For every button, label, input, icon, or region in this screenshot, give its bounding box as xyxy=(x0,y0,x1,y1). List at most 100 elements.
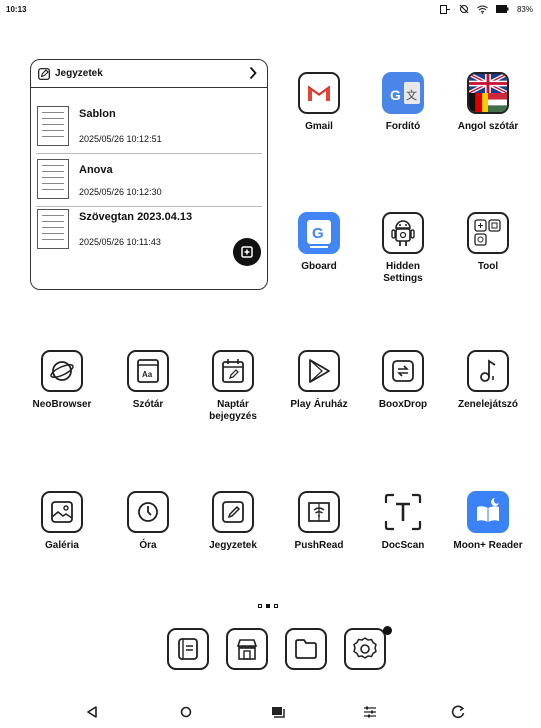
nav-back-button[interactable] xyxy=(82,703,102,721)
nav-home-button[interactable] xyxy=(176,703,196,721)
pushread-book-icon xyxy=(298,491,340,533)
app-pushread[interactable]: PushRead xyxy=(274,491,364,552)
note-date: 2025/05/26 10:12:30 xyxy=(79,187,162,197)
gmail-icon xyxy=(298,72,340,114)
app-label: Hidden Settings xyxy=(383,261,423,284)
moon-book-icon xyxy=(467,491,509,533)
app-dictionary-en[interactable]: Angol szótár xyxy=(443,72,533,133)
refresh-icon xyxy=(451,705,465,719)
divider xyxy=(36,153,262,154)
planet-icon xyxy=(41,350,83,392)
gboard-icon: G xyxy=(298,212,340,254)
app-label: Zenelejátszó xyxy=(457,399,519,410)
app-tool[interactable]: Tool xyxy=(443,212,533,273)
app-label: Fordító xyxy=(385,121,421,132)
add-note-button[interactable] xyxy=(233,238,261,266)
back-icon xyxy=(87,706,97,718)
store-icon xyxy=(236,639,258,660)
app-label: DocScan xyxy=(381,540,425,551)
app-naptar[interactable]: Naptár bejegyzés xyxy=(188,350,278,423)
app-translate[interactable]: G文 Fordító xyxy=(358,72,448,133)
app-label: PushRead xyxy=(294,540,344,551)
svg-text:文: 文 xyxy=(406,88,417,102)
tool-folder-icon xyxy=(467,212,509,254)
app-szotar[interactable]: Aa Szótár xyxy=(103,350,193,411)
app-label: Jegyzetek xyxy=(209,540,257,551)
app-docscan[interactable]: DocScan xyxy=(358,491,448,552)
nav-refresh-button[interactable] xyxy=(448,703,468,721)
app-label: BooxDrop xyxy=(378,399,428,410)
no-sync-icon xyxy=(459,4,469,14)
scan-text-icon xyxy=(382,491,424,533)
note-title: Szövegtan 2023.04.13 xyxy=(79,211,193,223)
app-label: Gboard xyxy=(301,261,337,272)
app-gmail[interactable]: Gmail xyxy=(274,72,364,133)
note-thumbnail xyxy=(37,106,69,146)
app-label: Tool xyxy=(477,261,499,272)
app-clock[interactable]: Óra xyxy=(103,491,193,552)
dictionary-icon: Aa xyxy=(127,350,169,392)
notes-widget[interactable]: Jegyzetek Sablon 2025/05/26 10:12:51 Ano… xyxy=(30,59,268,290)
app-neobrowser[interactable]: NeoBrowser xyxy=(17,350,107,411)
app-gboard[interactable]: G Gboard xyxy=(274,212,364,273)
pencil-square-icon xyxy=(212,491,254,533)
dock-files-button[interactable] xyxy=(285,628,327,670)
app-label: Gmail xyxy=(305,121,333,132)
notes-widget-header[interactable]: Jegyzetek xyxy=(31,60,267,88)
chevron-right-icon[interactable] xyxy=(249,66,257,85)
app-music[interactable]: Zenelejátszó xyxy=(443,350,533,411)
clock-text: 10:13 xyxy=(6,5,27,14)
app-label: Angol szótár xyxy=(457,121,519,132)
translate-icon: G文 xyxy=(382,72,424,114)
status-bar: 10:13 83% xyxy=(0,0,541,20)
flags-icon xyxy=(467,72,509,114)
note-date: 2025/05/26 10:12:51 xyxy=(79,134,162,144)
notification-badge xyxy=(383,626,392,635)
music-note-icon xyxy=(467,350,509,392)
folder-icon xyxy=(295,639,317,659)
page-dot[interactable] xyxy=(274,604,278,608)
app-booxdrop[interactable]: BooxDrop xyxy=(358,350,448,411)
page-dot-active[interactable] xyxy=(266,604,270,608)
svg-text:Aa: Aa xyxy=(142,370,153,379)
note-title: Anova xyxy=(79,164,113,176)
note-thumbnail xyxy=(37,209,69,249)
note-thumbnail xyxy=(37,159,69,199)
app-label: Galéria xyxy=(45,540,79,551)
dock-store-button[interactable] xyxy=(226,628,268,670)
app-hidden-settings[interactable]: Hidden Settings xyxy=(358,212,448,285)
note-item[interactable]: Szövegtan 2023.04.13 2025/05/26 10:11:43 xyxy=(36,207,262,257)
wifi-icon xyxy=(477,5,488,14)
app-moon-reader[interactable]: Moon+ Reader xyxy=(443,491,533,552)
svg-text:G: G xyxy=(312,225,324,242)
nav-tune-button[interactable] xyxy=(360,703,380,721)
battery-percent: 83% xyxy=(516,4,533,14)
app-label: Naptár bejegyzés xyxy=(209,399,257,422)
app-label: Play Áruház xyxy=(290,399,348,410)
note-item[interactable]: Anova 2025/05/26 10:12:30 xyxy=(36,157,262,207)
app-gallery[interactable]: Galéria xyxy=(17,491,107,552)
recents-icon xyxy=(272,707,285,718)
android-robot-icon xyxy=(382,212,424,254)
app-notes[interactable]: Jegyzetek xyxy=(188,491,278,552)
app-label: Óra xyxy=(139,540,157,551)
cast-icon xyxy=(439,4,451,14)
note-item[interactable]: Sablon 2025/05/26 10:12:51 xyxy=(36,104,262,154)
home-icon xyxy=(180,706,192,718)
page-dot[interactable] xyxy=(258,604,262,608)
notes-widget-title: Jegyzetek xyxy=(55,68,103,79)
gallery-icon xyxy=(41,491,83,533)
add-note-icon xyxy=(241,246,253,258)
transfer-icon xyxy=(382,350,424,392)
calendar-icon xyxy=(212,350,254,392)
battery-icon xyxy=(495,5,509,13)
nav-recents-button[interactable] xyxy=(268,703,288,721)
settings-icon xyxy=(353,637,377,659)
app-playstore[interactable]: Play Áruház xyxy=(274,350,364,411)
note-title: Sablon xyxy=(79,108,116,120)
app-label: Moon+ Reader xyxy=(453,540,523,551)
dock-library-button[interactable] xyxy=(167,628,209,670)
page-indicator xyxy=(258,604,278,608)
app-label: NeoBrowser xyxy=(32,399,92,410)
dock-settings-button[interactable] xyxy=(344,628,386,670)
